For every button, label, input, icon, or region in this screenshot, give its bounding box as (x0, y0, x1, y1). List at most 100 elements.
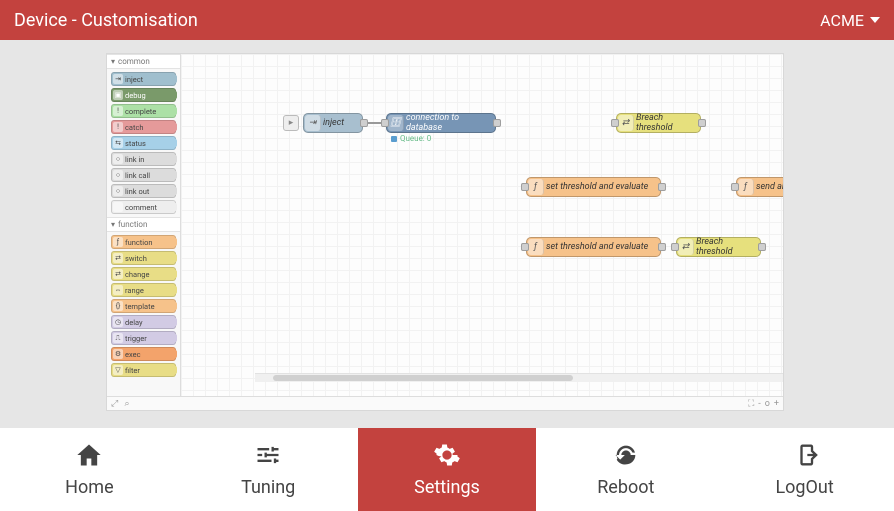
inject-run-button[interactable]: ▸ (283, 115, 299, 131)
node-set-threshold-1[interactable]: ƒset threshold and evaluate (526, 177, 661, 197)
zoom-reset-button[interactable]: o (765, 399, 770, 409)
output-port[interactable] (658, 243, 666, 251)
node-send-alert[interactable]: ƒsend alert (736, 177, 783, 197)
scrollbar-thumb[interactable] (273, 375, 573, 381)
palette-node-change[interactable]: ⇄change (111, 267, 176, 281)
palette-node-inject[interactable]: ⇥inject (111, 72, 176, 86)
linkcall-icon: ○ (113, 170, 123, 180)
canvas-nodes: ▸ ⇥inject 🗄connection to database Queue:… (181, 54, 783, 396)
function-icon: ƒ (113, 237, 123, 247)
output-port[interactable] (758, 243, 766, 251)
node-inject[interactable]: ⇥inject (303, 113, 363, 133)
node-connection-db[interactable]: 🗄connection to database (386, 113, 496, 133)
output-port[interactable] (360, 119, 368, 127)
palette-items-common: ⇥inject ▣debug !complete !catch ⇆status … (107, 69, 180, 217)
caret-down-icon: ▾ (111, 57, 115, 66)
function-icon: ƒ (528, 179, 544, 195)
comment-icon (113, 202, 123, 212)
trigger-icon: ⎍ (113, 333, 123, 343)
palette-group-label: common (118, 57, 150, 66)
bottom-nav: Home Tuning Settings Reboot LogOut (0, 427, 894, 511)
node-set-threshold-2[interactable]: ƒset threshold and evaluate (526, 237, 661, 257)
node-breach-2[interactable]: ⇄Breach threshold (676, 237, 761, 257)
linkout-icon: ○ (113, 186, 123, 196)
editor-footer: ⤢ ⌕ ⛶ - o + (107, 396, 783, 410)
nav-settings[interactable]: Settings (358, 428, 537, 511)
flow-canvas[interactable]: ▸ ⇥inject 🗄connection to database Queue:… (181, 54, 783, 396)
zoom-pan-icon[interactable]: ⤢ (111, 399, 118, 409)
input-port[interactable] (381, 119, 389, 127)
switch-icon: ⇄ (618, 115, 634, 131)
queue-status: Queue: 0 (391, 134, 431, 143)
function-icon: ƒ (528, 239, 544, 255)
delay-icon: ◷ (113, 317, 123, 327)
nav-logout[interactable]: LogOut (715, 428, 894, 511)
output-port[interactable] (658, 183, 666, 191)
zoom-in-button[interactable]: + (774, 399, 779, 409)
zoom-out-button[interactable]: - (758, 399, 761, 409)
nav-home[interactable]: Home (0, 428, 179, 511)
inject-icon: ⇥ (113, 74, 123, 84)
palette-node-template[interactable]: {}template (111, 299, 176, 313)
palette-group-common[interactable]: ▾common (107, 54, 180, 69)
range-icon: ⇔ (113, 285, 123, 295)
input-port[interactable] (731, 183, 739, 191)
flow-editor: ▾common ⇥inject ▣debug !complete !catch … (106, 53, 784, 411)
palette-node-status[interactable]: ⇆status (111, 136, 176, 150)
nav-label: Tuning (241, 477, 295, 498)
palette-node-linkcall[interactable]: ○link call (111, 168, 176, 182)
change-icon: ⇄ (113, 269, 123, 279)
output-port[interactable] (698, 119, 706, 127)
input-port[interactable] (521, 243, 529, 251)
palette-items-function: ƒfunction ⇄switch ⇄change ⇔range {}templ… (107, 232, 180, 380)
horizontal-scrollbar[interactable] (255, 373, 783, 382)
palette-node-complete[interactable]: !complete (111, 104, 176, 118)
nav-label: Reboot (597, 477, 654, 498)
input-port[interactable] (521, 183, 529, 191)
complete-icon: ! (113, 106, 123, 116)
exec-icon: ⚙ (113, 349, 123, 359)
input-port[interactable] (671, 243, 679, 251)
palette-node-comment[interactable]: comment (111, 200, 176, 214)
tenant-name: ACME (820, 11, 864, 30)
node-breach-1[interactable]: ⇄Breach threshold (616, 113, 701, 133)
palette-node-catch[interactable]: !catch (111, 120, 176, 134)
filter-icon: ▽ (113, 365, 123, 375)
nav-tuning[interactable]: Tuning (179, 428, 358, 511)
map-icon[interactable]: ⛶ (748, 399, 754, 409)
home-icon (75, 441, 103, 469)
inject-icon: ⇥ (305, 115, 321, 131)
nav-label: Home (65, 477, 113, 498)
sliders-icon (254, 441, 282, 469)
palette-node-exec[interactable]: ⚙exec (111, 347, 176, 361)
node-palette: ▾common ⇥inject ▣debug !complete !catch … (107, 54, 181, 396)
catch-icon: ! (113, 122, 123, 132)
tenant-selector[interactable]: ACME (820, 11, 880, 30)
palette-node-range[interactable]: ⇔range (111, 283, 176, 297)
palette-node-function[interactable]: ƒfunction (111, 235, 176, 249)
debug-icon: ▣ (113, 90, 123, 100)
nav-reboot[interactable]: Reboot (536, 428, 715, 511)
search-icon[interactable]: ⌕ (124, 399, 129, 409)
palette-node-linkin[interactable]: ○link in (111, 152, 176, 166)
function-icon: ƒ (738, 179, 754, 195)
palette-node-linkout[interactable]: ○link out (111, 184, 176, 198)
palette-node-delay[interactable]: ◷delay (111, 315, 176, 329)
editor-body: ▾common ⇥inject ▣debug !complete !catch … (107, 54, 783, 396)
switch-icon: ⇄ (113, 253, 123, 263)
page-title: Device - Customisation (14, 10, 198, 31)
palette-group-function[interactable]: ▾function (107, 217, 180, 232)
nav-label: LogOut (775, 477, 833, 498)
status-icon: ⇆ (113, 138, 123, 148)
template-icon: {} (113, 301, 123, 311)
palette-group-label: function (118, 220, 147, 229)
palette-node-filter[interactable]: ▽filter (111, 363, 176, 377)
caret-down-icon: ▾ (111, 220, 115, 229)
output-port[interactable] (493, 119, 501, 127)
gear-icon (433, 441, 461, 469)
palette-node-switch[interactable]: ⇄switch (111, 251, 176, 265)
nav-label: Settings (414, 477, 480, 498)
palette-node-debug[interactable]: ▣debug (111, 88, 176, 102)
palette-node-trigger[interactable]: ⎍trigger (111, 331, 176, 345)
input-port[interactable] (611, 119, 619, 127)
